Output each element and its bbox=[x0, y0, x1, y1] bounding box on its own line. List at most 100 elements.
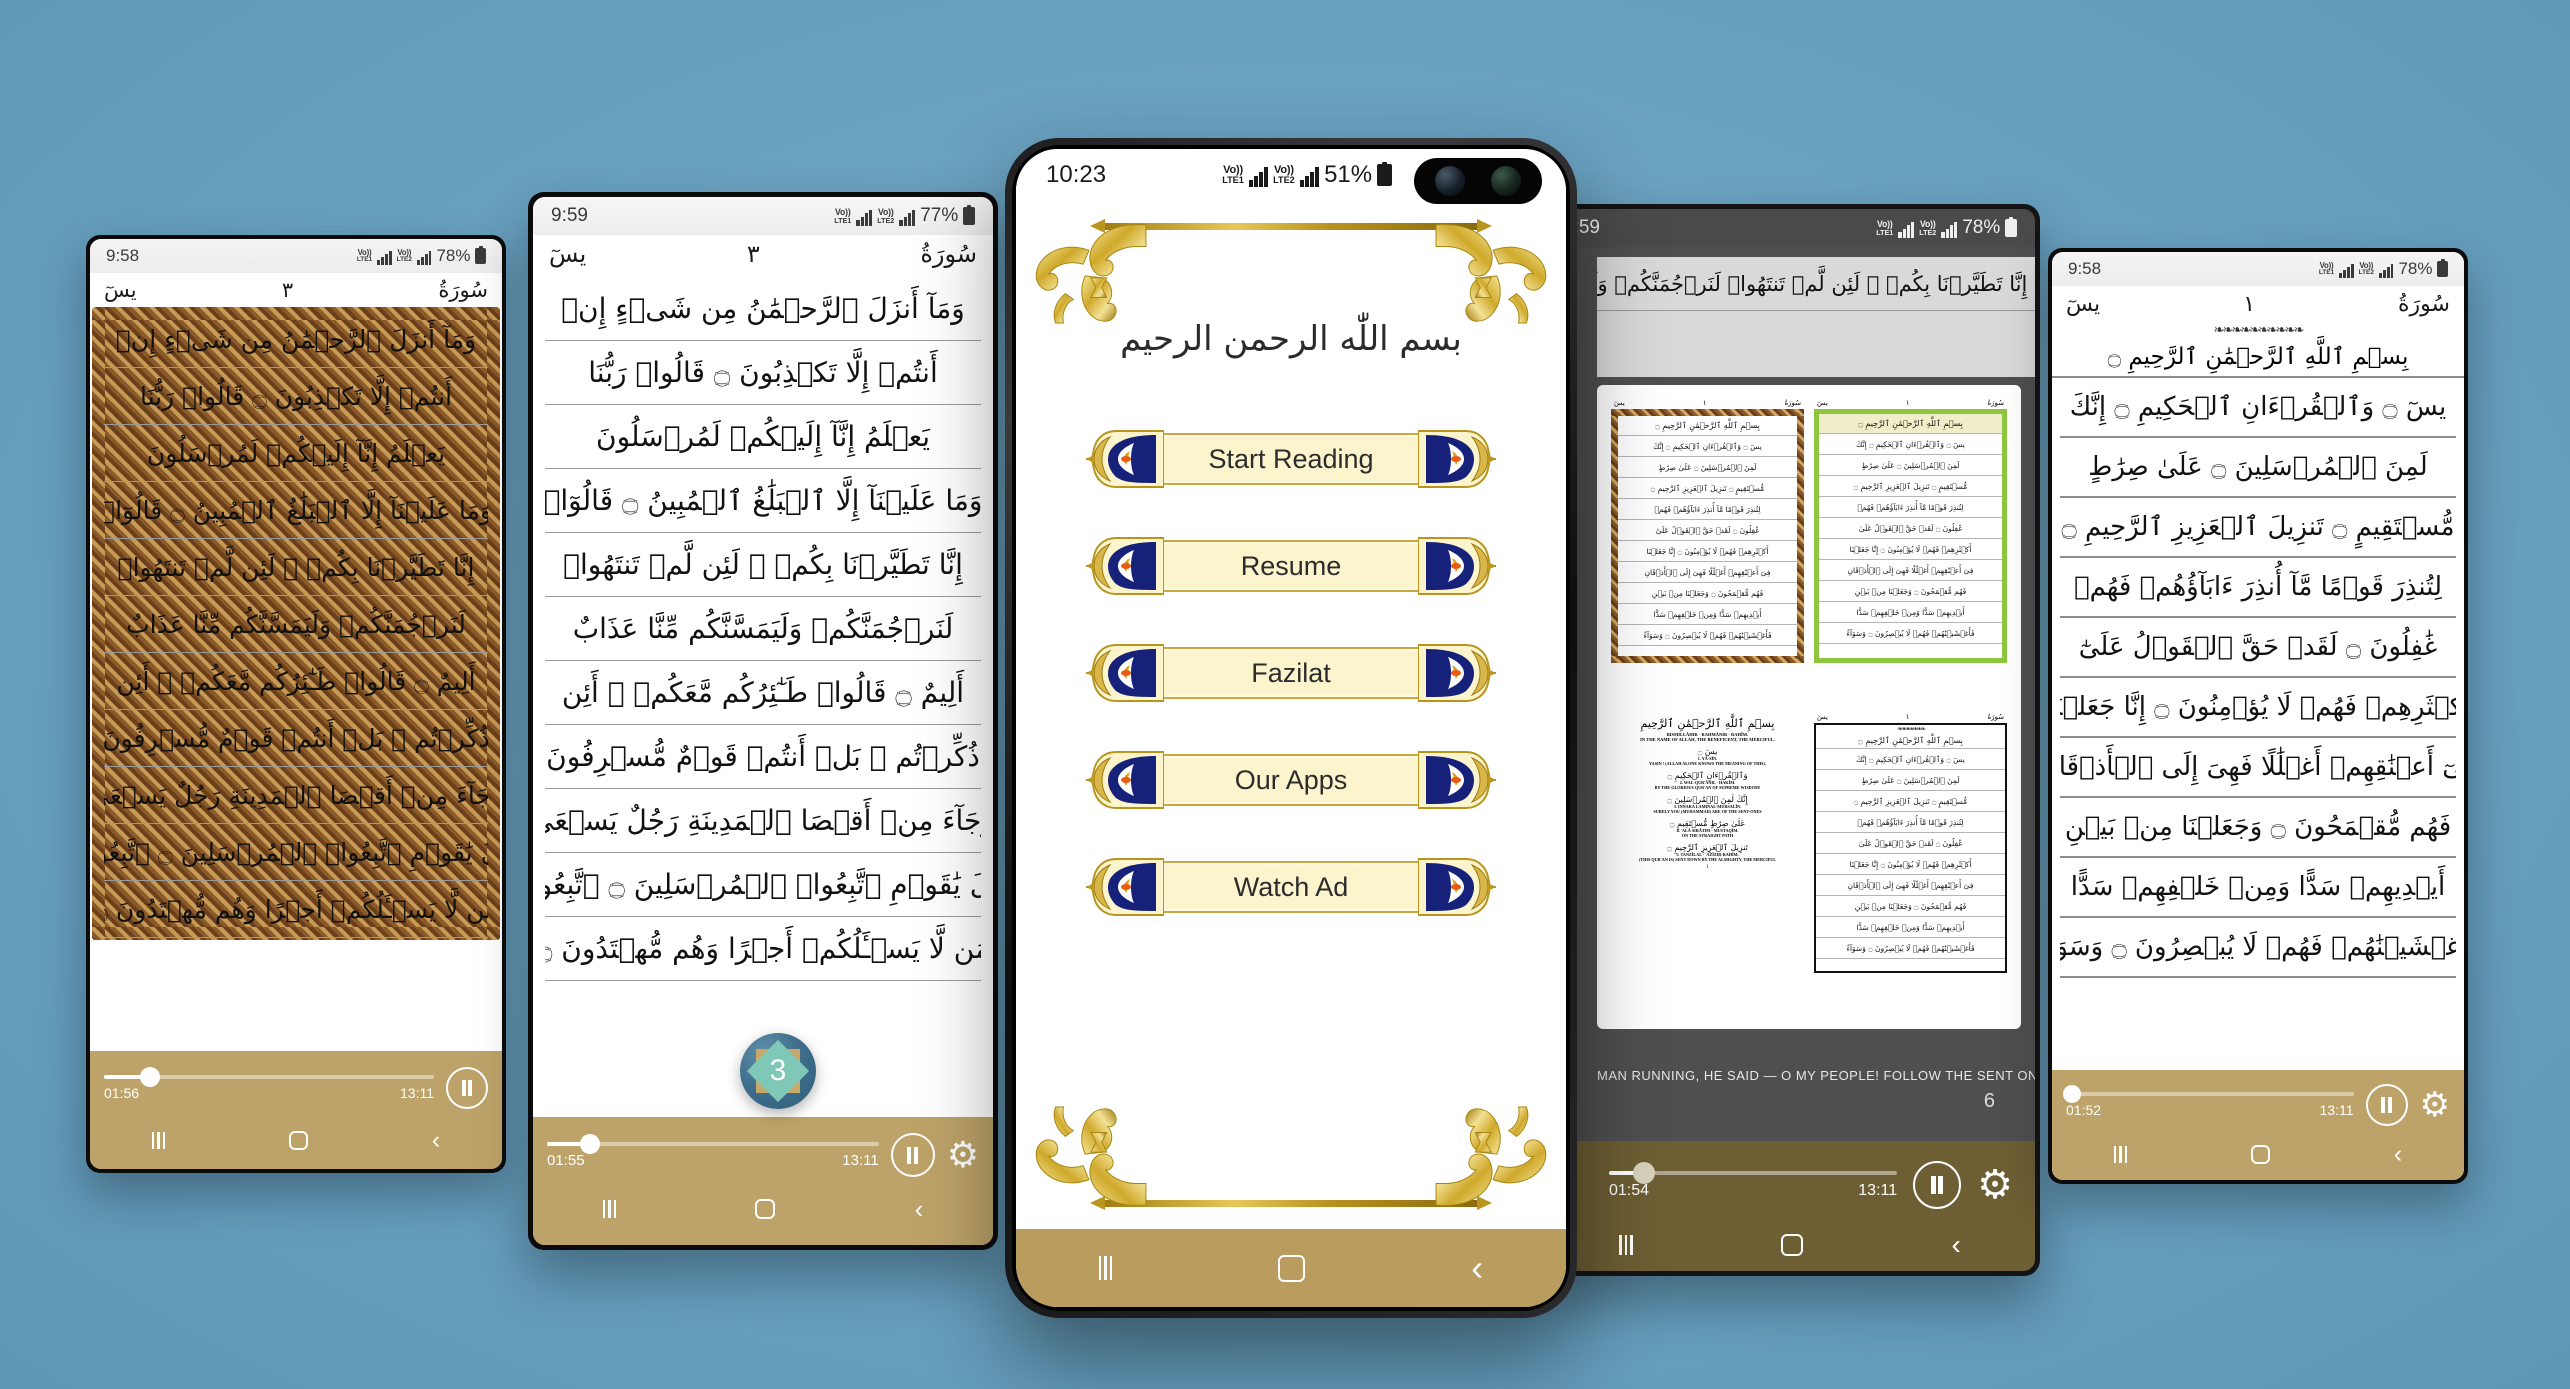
thumb-frame-green: بِسۡمِ ٱللَّهِ ٱلرَّحۡمَٰنِ ٱلرَّحِيمِ ۝… bbox=[1814, 409, 2007, 663]
ayah-line: يسٓ ۝ وَٱلۡقُرۡءَانِ ٱلۡحَكِيمِ ۝ إِنَّك… bbox=[2060, 378, 2456, 438]
thumb-ayah-line: فِىٓ أَعۡنَٰقِهِمۡ أَغۡلَٰلًا فَهِىَ إِل… bbox=[1819, 560, 2002, 581]
thumb-ayah-line: فَهُم مُّقۡمَحُونَ ۝ وَجَعَلۡنَا مِنۢ بَ… bbox=[1819, 581, 2002, 602]
audio-player[interactable]: 01:52 13:11 ⚙ ‹ bbox=[2052, 1070, 2464, 1180]
watch-ad-button[interactable]: Watch Ad bbox=[1080, 857, 1502, 917]
theme-thumbnail-plain[interactable]: يسٓ ١ سُورَةُ ❧❧❧❧❧❧❧ بِسۡمِ ٱللَّهِ ٱلر… bbox=[1814, 713, 2007, 1015]
thumb-inner: بِسۡمِ ٱللَّهِ ٱلرَّحۡمَٰنِ ٱلرَّحِيمِ ۝… bbox=[1819, 414, 2002, 658]
quran-page-header: يسٓ ٣ سُورَةُ bbox=[90, 273, 502, 307]
total-time: 13:11 bbox=[842, 1151, 879, 1169]
theme-thumbnail-green[interactable]: يسٓ ١ سُورَةُ بِسۡمِ ٱللَّهِ ٱلرَّحۡمَٰن… bbox=[1814, 399, 2007, 703]
audio-progress-slider[interactable] bbox=[547, 1133, 879, 1154]
status-time: 9:58 bbox=[2068, 259, 2102, 278]
pause-icon bbox=[461, 1080, 473, 1096]
recents-button[interactable] bbox=[151, 1131, 166, 1149]
thumb-ayah-line: لِتُنذِرَ قَوۡمًا مَّآ أُنذِرَ ءَابَآؤُه… bbox=[1618, 499, 1797, 520]
progress-knob[interactable] bbox=[140, 1067, 161, 1087]
recents-button[interactable] bbox=[1098, 1256, 1113, 1280]
ayah-line: أَنتُمۡ إِلَّا تَكۡذِبُونَ ۝ قَالُوا۟ رَ… bbox=[104, 368, 488, 425]
progress-knob[interactable] bbox=[1632, 1161, 1655, 1184]
page-badge[interactable]: 3 bbox=[740, 1033, 816, 1109]
ayah-line: فِىٓ أَعۡنَٰقِهِمۡ أَغۡلَٰلًا فَهِىَ إِل… bbox=[2060, 738, 2456, 798]
home-button[interactable] bbox=[1781, 1234, 1804, 1256]
gold-top-rule bbox=[1090, 219, 1492, 233]
status-time: 10:23 bbox=[1046, 161, 1107, 188]
back-button[interactable]: ‹ bbox=[432, 1126, 440, 1155]
thumb-lines-green: يسٓ ۝ وَٱلۡقُرۡءَانِ ٱلۡحَكِيمِ ۝ إِنَّك… bbox=[1819, 434, 2002, 644]
eng-trans-0: IN THE NAME OF ALLAH, THE BENEFICENT, TH… bbox=[1640, 737, 1775, 742]
quran-body[interactable]: وَمَآ أَنزَلَ ٱلرَّحۡمَٰنُ مِن شَىۡءٍ إِ… bbox=[533, 273, 993, 981]
thumb-header-right: سُورَةُ bbox=[1987, 713, 2004, 721]
depth-camera-icon bbox=[1491, 166, 1521, 196]
button-label: Watch Ad bbox=[1233, 871, 1349, 902]
pause-button[interactable] bbox=[1913, 1161, 1962, 1209]
android-nav-bar[interactable]: ‹ bbox=[2052, 1132, 2464, 1176]
audio-player[interactable]: 01:54 13:11 ⚙ ‹ bbox=[1545, 1141, 2035, 1271]
resume-button[interactable]: Resume bbox=[1080, 536, 1502, 596]
signal-bars-1-icon bbox=[1248, 163, 1269, 187]
settings-button[interactable]: ⚙ bbox=[2420, 1085, 2450, 1125]
audio-player[interactable]: 01:55 13:11 ⚙ ‹ bbox=[533, 1117, 993, 1245]
ayah-line: ذُكِّرۡتُم ۚ بَلۡ أَنتُمۡ قَوۡمٌ مُّسۡرِ… bbox=[104, 710, 488, 767]
recents-button[interactable] bbox=[602, 1200, 617, 1218]
audio-progress-slider[interactable] bbox=[1609, 1161, 1898, 1184]
elapsed-time: 01:54 bbox=[1609, 1181, 1650, 1199]
recents-button[interactable] bbox=[2113, 1145, 2128, 1163]
audio-progress-slider[interactable] bbox=[2062, 1085, 2354, 1103]
surah-label-right: سُورَةُ bbox=[438, 278, 488, 302]
ayah-line: لَنَرۡجُمَنَّكُمۡ وَلَيَمَسَّنَّكُم مِّن… bbox=[545, 597, 981, 661]
theme-thumbnail-brown[interactable]: يسٓ ١ سُورَةُ بِسۡمِ ٱللَّهِ ٱلرَّحۡمَٰن… bbox=[1611, 399, 1804, 703]
back-button[interactable]: ‹ bbox=[915, 1194, 924, 1225]
thumb-inner: بِسۡمِ ٱللَّهِ ٱلرَّحۡمَٰنِ ٱلرَّحِيمِ ۝… bbox=[1618, 416, 1797, 656]
settings-button[interactable]: ⚙ bbox=[1977, 1162, 2013, 1208]
ayah-line: إِنَّا تَطَيَّرۡنَا بِكُمۡ ۖ لَئِن لَّمۡ… bbox=[545, 533, 981, 597]
status-time: 9:58 bbox=[106, 246, 140, 265]
recents-button[interactable] bbox=[1619, 1235, 1633, 1255]
android-nav-bar[interactable]: ‹ bbox=[90, 1117, 502, 1163]
ornament-cap-left-icon bbox=[1080, 429, 1165, 489]
start-reading-button[interactable]: Start Reading bbox=[1080, 429, 1502, 489]
audio-player[interactable]: 01:56 13:11 ‹ bbox=[90, 1051, 502, 1169]
theme-picker-sheet[interactable]: يسٓ ١ سُورَةُ بِسۡمِ ٱللَّهِ ٱلرَّحۡمَٰن… bbox=[1597, 385, 2021, 1029]
home-button[interactable] bbox=[755, 1199, 776, 1219]
total-time: 13:11 bbox=[2319, 1102, 2354, 1118]
time-labels: 01:52 13:11 bbox=[2066, 1102, 2354, 1118]
pause-button[interactable] bbox=[2365, 1084, 2408, 1126]
android-nav-bar[interactable]: ‹ bbox=[1016, 1229, 1566, 1307]
ornament-cap-left-icon bbox=[1080, 536, 1165, 596]
theme-thumbnail-english[interactable]: بِسۡمِ ٱللَّهِ ٱلرَّحۡمَٰنِ ٱلرَّحِيمِ B… bbox=[1611, 713, 1804, 1015]
thumb-bismillah: بِسۡمِ ٱللَّهِ ٱلرَّحۡمَٰنِ ٱلرَّحِيمِ ۝ bbox=[1819, 414, 2002, 434]
thumb-ayah-line: لِتُنذِرَ قَوۡمًا مَّآ أُنذِرَ ءَابَآؤُه… bbox=[1816, 812, 2005, 833]
total-time: 13:11 bbox=[1858, 1181, 1898, 1199]
back-button[interactable]: ‹ bbox=[1951, 1229, 1960, 1261]
progress-knob[interactable] bbox=[2062, 1085, 2081, 1103]
back-button[interactable]: ‹ bbox=[1471, 1247, 1483, 1289]
fazilat-button[interactable]: Fazilat bbox=[1080, 643, 1502, 703]
pause-icon bbox=[2381, 1097, 2392, 1113]
android-nav-bar[interactable]: ‹ bbox=[1545, 1219, 2035, 1271]
eng-verse: وَٱلۡقُرۡءَانِ ٱلۡحَكِيمِ ۝ 2. WAL-QUR'ÂN… bbox=[1617, 771, 1798, 790]
thumb-header-center: ١ bbox=[1702, 399, 1707, 407]
quran-body[interactable]: وَمَآ أَنزَلَ ٱلرَّحۡمَٰنُ مِن شَىۡءٍ إِ… bbox=[90, 307, 502, 940]
gear-icon: ⚙ bbox=[2419, 1086, 2450, 1124]
quran-body[interactable]: يسٓ ۝ وَٱلۡقُرۡءَانِ ٱلۡحَكِيمِ ۝ إِنَّك… bbox=[2052, 378, 2464, 978]
thumb-ayah-line: أَيۡدِيهِمۡ سَدًّا وَمِنۡ خَلۡفِهِمۡ سَد… bbox=[1618, 604, 1797, 625]
home-button[interactable] bbox=[2251, 1144, 2271, 1164]
progress-knob[interactable] bbox=[580, 1133, 601, 1154]
settings-button[interactable]: ⚙ bbox=[947, 1134, 979, 1176]
battery-percent: 78% bbox=[1962, 217, 2001, 238]
eng-verse-arabic: وَٱلۡقُرۡءَانِ ٱلۡحَكِيمِ ۝ bbox=[1667, 771, 1748, 780]
pause-icon bbox=[1930, 1176, 1944, 1194]
eng-verse-english: SURELY YOU (MUHAMMAD) ARE OF THE SENT-ON… bbox=[1653, 809, 1762, 814]
our-apps-button[interactable]: Our Apps bbox=[1080, 750, 1502, 810]
audio-progress-slider[interactable] bbox=[104, 1067, 434, 1087]
ayah-line: وَجَآءَ مِنۡ أَقۡصَا ٱلۡمَدِينَةِ رَجُلٌ… bbox=[545, 789, 981, 853]
status-bar: 9:58 Vo)) LTE1 Vo)) LTE2 78% bbox=[90, 239, 502, 273]
home-button[interactable] bbox=[289, 1130, 309, 1150]
thumb-header-right: سُورَةُ bbox=[1987, 399, 2004, 407]
pause-button[interactable] bbox=[446, 1067, 488, 1109]
home-button[interactable] bbox=[1278, 1254, 1306, 1282]
ornament-cap-right-icon bbox=[1417, 536, 1502, 596]
pause-button[interactable] bbox=[890, 1133, 935, 1177]
android-nav-bar[interactable]: ‹ bbox=[533, 1185, 993, 1233]
back-button[interactable]: ‹ bbox=[2394, 1140, 2402, 1169]
